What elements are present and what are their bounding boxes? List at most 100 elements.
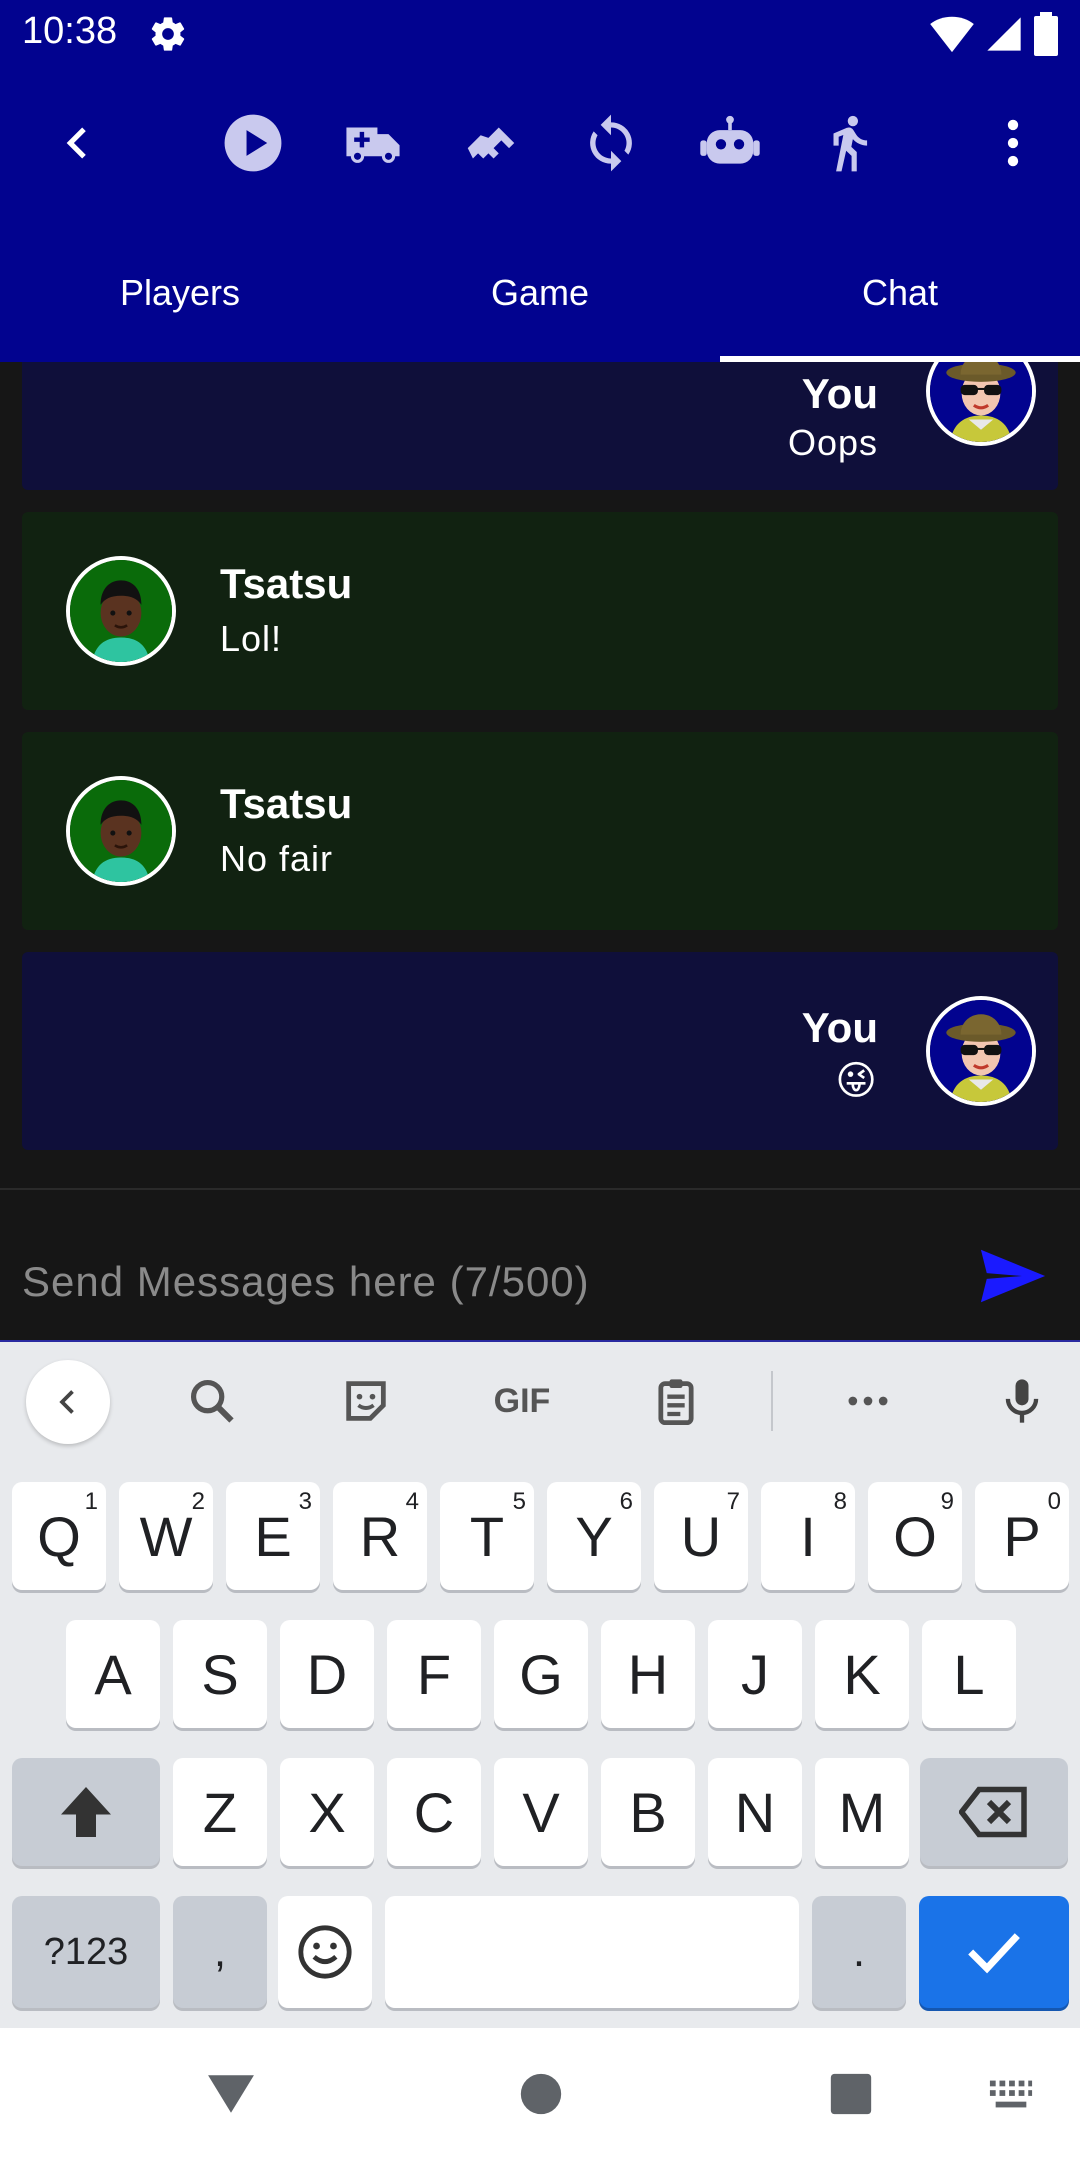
key-h[interactable]: H (601, 1620, 695, 1728)
tab-players[interactable]: Players (0, 252, 360, 362)
enter-key[interactable] (919, 1896, 1069, 2008)
key-y[interactable]: Y6 (547, 1482, 641, 1590)
key-o[interactable]: O9 (868, 1482, 962, 1590)
symbols-key[interactable]: ?123 (12, 1896, 160, 2008)
message-sender: Tsatsu (220, 560, 353, 607)
key-a[interactable]: A (66, 1620, 160, 1728)
signal-icon (987, 17, 1021, 51)
key-c[interactable]: C (387, 1758, 481, 1866)
key-l[interactable]: L (922, 1620, 1016, 1728)
key-hint: 8 (833, 1488, 847, 1515)
status-icons (930, 12, 1058, 56)
comma-key[interactable]: , (173, 1896, 267, 2008)
key-k[interactable]: K (815, 1620, 909, 1728)
sync-icon[interactable] (568, 100, 654, 186)
gif-button[interactable]: GIF (474, 1342, 570, 1460)
chat-list[interactable]: You Oops Tsatsu Lol! Tsatsu No fair You … (0, 362, 1080, 1189)
chat-message-mine: You Oops (22, 362, 1058, 490)
key-u[interactable]: U7 (654, 1482, 748, 1590)
avatar-tsatsu (66, 556, 176, 666)
message-text: No fair (220, 838, 334, 879)
key-label: E (254, 1504, 292, 1568)
key-p[interactable]: P0 (975, 1482, 1069, 1590)
status-time: 10:38 (22, 10, 118, 52)
key-label: P (1003, 1504, 1041, 1568)
tab-game[interactable]: Game (360, 252, 720, 362)
keyboard-collapse-chevron-icon[interactable] (26, 1360, 110, 1444)
wifi-icon (930, 16, 974, 53)
key-n[interactable]: N (708, 1758, 802, 1866)
message-text: Lol! (220, 618, 283, 659)
key-hint: 4 (405, 1488, 419, 1515)
shift-key[interactable] (12, 1758, 160, 1866)
play-icon[interactable] (210, 100, 296, 186)
walking-person-icon[interactable] (806, 100, 892, 186)
key-w[interactable]: W2 (119, 1482, 213, 1590)
emoji-key[interactable] (278, 1896, 372, 2008)
key-label: I (800, 1504, 816, 1568)
toolbar-separator (770, 1342, 774, 1460)
key-i[interactable]: I8 (761, 1482, 855, 1590)
back-arrow-icon[interactable] (34, 100, 120, 186)
sticker-icon[interactable] (324, 1342, 408, 1460)
send-icon[interactable] (978, 1246, 1048, 1306)
more-vert-icon[interactable] (970, 100, 1056, 186)
clipboard-icon[interactable] (634, 1342, 718, 1460)
robot-icon[interactable] (687, 100, 773, 186)
message-input-bar: Send Messages here (7/500) (0, 1190, 1080, 1342)
more-horiz-icon[interactable] (826, 1342, 910, 1460)
nav-back-icon[interactable] (196, 2064, 266, 2124)
handshake-icon[interactable] (448, 100, 534, 186)
search-icon[interactable] (170, 1342, 254, 1460)
nav-recents-icon[interactable] (816, 2064, 886, 2124)
keyboard-switch-icon[interactable] (976, 2064, 1046, 2124)
message-input[interactable]: Send Messages here (7/500) (22, 1258, 590, 1306)
key-s[interactable]: S (173, 1620, 267, 1728)
key-label: Y (575, 1504, 613, 1568)
message-sender: You (801, 1004, 878, 1051)
key-v[interactable]: V (494, 1758, 588, 1866)
tab-chat[interactable]: Chat (720, 252, 1080, 362)
key-g[interactable]: G (494, 1620, 588, 1728)
key-j[interactable]: J (708, 1620, 802, 1728)
avatar-you (926, 362, 1036, 446)
key-d[interactable]: D (280, 1620, 374, 1728)
backspace-icon (959, 1786, 1027, 1838)
key-b[interactable]: B (601, 1758, 695, 1866)
key-hint: 6 (619, 1488, 633, 1515)
key-r[interactable]: R4 (333, 1482, 427, 1590)
key-hint: 1 (84, 1488, 98, 1515)
period-key[interactable]: . (812, 1896, 906, 2008)
battery-icon (1034, 12, 1058, 56)
microphone-icon[interactable] (980, 1342, 1064, 1460)
message-text: 😜 (835, 1059, 878, 1103)
key-t[interactable]: T5 (440, 1482, 534, 1590)
nav-home-icon[interactable] (506, 2064, 576, 2124)
key-hint: 5 (512, 1488, 526, 1515)
backspace-key[interactable] (920, 1758, 1068, 1866)
tab-bar: Players Game Chat (0, 252, 1080, 362)
key-hint: 2 (191, 1488, 205, 1515)
key-x[interactable]: X (280, 1758, 374, 1866)
key-m[interactable]: M (815, 1758, 909, 1866)
key-label: Q (37, 1504, 81, 1568)
chat-message-other: Tsatsu No fair (22, 732, 1058, 930)
key-q[interactable]: Q1 (12, 1482, 106, 1590)
message-text: Oops (787, 422, 878, 463)
message-sender: You (801, 370, 878, 417)
key-hint: 3 (298, 1488, 312, 1515)
keyboard-toolbar: GIF (0, 1342, 1080, 1460)
avatar-tsatsu (66, 776, 176, 886)
key-hint: 7 (726, 1488, 740, 1515)
key-f[interactable]: F (387, 1620, 481, 1728)
chat-message-other: Tsatsu Lol! (22, 512, 1058, 710)
space-key[interactable] (385, 1896, 799, 2008)
key-label: U (680, 1504, 722, 1568)
key-z[interactable]: Z (173, 1758, 267, 1866)
key-label: R (359, 1504, 401, 1568)
ambulance-icon[interactable] (330, 100, 416, 186)
key-e[interactable]: E3 (226, 1482, 320, 1590)
checkmark-icon (968, 1933, 1020, 1974)
system-nav-bar (0, 2028, 1080, 2160)
shift-icon (61, 1787, 111, 1837)
